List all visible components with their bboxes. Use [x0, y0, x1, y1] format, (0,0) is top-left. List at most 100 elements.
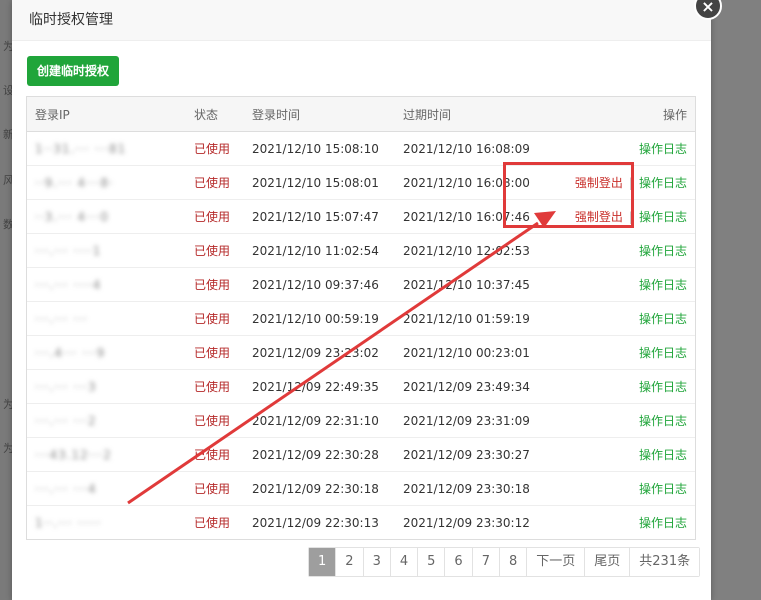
cell-ip: ··9.··· 4···8·: [27, 165, 186, 200]
cell-login-time: 2021/12/10 09:37:46: [244, 267, 395, 302]
cell-login-time: 2021/12/09 22:30:13: [244, 505, 395, 539]
create-temp-auth-button[interactable]: 创建临时授权: [27, 56, 120, 86]
cell-status: 已使用: [186, 369, 244, 404]
cell-ip: ···.··· ····1: [27, 233, 186, 268]
ip-value: 1··31.··· ···81: [35, 141, 127, 156]
total-count: 共231条: [630, 548, 700, 576]
cell-status: 已使用: [186, 403, 244, 438]
cell-status: 已使用: [186, 437, 244, 472]
cell-ops: 操作日志: [558, 437, 695, 472]
cell-status: 已使用: [186, 471, 244, 506]
cell-ops: 操作日志: [558, 369, 695, 404]
cell-ops: 操作日志: [558, 267, 695, 302]
cell-login-time: 2021/12/09 23:23:02: [244, 335, 395, 370]
cell-ip: ···43.12···2: [27, 437, 186, 472]
operation-log-link[interactable]: 操作日志: [639, 210, 687, 224]
page-5-button[interactable]: 5: [418, 548, 446, 576]
operation-log-link[interactable]: 操作日志: [639, 516, 687, 530]
page-7-button[interactable]: 7: [472, 548, 500, 576]
table-row: ···.··· ···4 已使用 2021/12/09 22:30:18 2021/1…: [27, 471, 695, 506]
operation-log-link[interactable]: 操作日志: [639, 482, 687, 496]
cell-status: 已使用: [186, 131, 244, 166]
table-header-row: 登录IP 状态 登录时间 过期时间 操作: [27, 97, 695, 132]
ip-value: ···.··· ···3: [35, 379, 97, 394]
next-page-button[interactable]: 下一页: [527, 548, 586, 576]
table-row: ···43.12···2 已使用 2021/12/09 22:30:28 2021/1…: [27, 437, 695, 472]
cell-ip: ···.4··· ···9: [27, 335, 186, 370]
cell-login-time: 2021/12/10 15:08:01: [244, 165, 395, 200]
ip-value: ··3.··· 4···0: [35, 209, 110, 224]
operation-log-link[interactable]: 操作日志: [639, 142, 687, 156]
cell-expire-time: 2021/12/10 00:23:01: [395, 335, 558, 370]
cell-status: 已使用: [186, 199, 244, 234]
cell-expire-time: 2021/12/09 23:30:12: [395, 505, 558, 539]
table-row: 1··31.··· ···81 已使用 2021/12/10 15:08:10 202…: [27, 131, 695, 166]
header-expire-time: 过期时间: [395, 97, 558, 132]
table-row: 1··.··· ····· 已使用 2021/12/09 22:30:13 2021/…: [27, 505, 695, 539]
cell-expire-time: 2021/12/10 12:02:53: [395, 233, 558, 268]
cell-login-time: 2021/12/09 22:49:35: [244, 369, 395, 404]
table-row: ···.··· ····1 已使用 2021/12/10 11:02:54 2021/…: [27, 233, 695, 268]
operation-log-link[interactable]: 操作日志: [639, 244, 687, 258]
ip-value: ···.··· ····4: [35, 277, 102, 292]
cell-login-time: 2021/12/09 22:30:18: [244, 471, 395, 506]
cell-expire-time: 2021/12/10 16:08:09: [395, 131, 558, 166]
operation-log-link[interactable]: 操作日志: [639, 346, 687, 360]
operation-log-link[interactable]: 操作日志: [639, 414, 687, 428]
cell-expire-time: 2021/12/09 23:30:18: [395, 471, 558, 506]
cell-login-time: 2021/12/10 15:07:47: [244, 199, 395, 234]
cell-status: 已使用: [186, 233, 244, 268]
cell-ip: 1··.··· ·····: [27, 505, 186, 539]
page-8-button[interactable]: 8: [499, 548, 528, 576]
cell-status: 已使用: [186, 505, 244, 539]
cell-login-time: 2021/12/09 22:30:28: [244, 437, 395, 472]
cell-expire-time: 2021/12/09 23:31:09: [395, 403, 558, 438]
cell-ops: 操作日志: [558, 471, 695, 506]
header-ip: 登录IP: [27, 97, 186, 132]
operation-log-link[interactable]: 操作日志: [639, 176, 687, 190]
cell-login-time: 2021/12/10 11:02:54: [244, 233, 395, 268]
header-login-time: 登录时间: [244, 97, 395, 132]
ip-value: ···.··· ····1: [35, 243, 102, 258]
last-page-button[interactable]: 尾页: [585, 548, 631, 576]
cell-expire-time: 2021/12/10 01:59:19: [395, 301, 558, 336]
cell-ip: ··3.··· 4···0: [27, 199, 186, 234]
table-row: ···.··· ····4 已使用 2021/12/10 09:37:46 2021/…: [27, 267, 695, 302]
cell-ops: 操作日志: [558, 131, 695, 166]
cell-status: 已使用: [186, 267, 244, 302]
header-status: 状态: [186, 97, 244, 132]
cell-expire-time: 2021/12/09 23:30:27: [395, 437, 558, 472]
cell-ops: 操作日志: [558, 403, 695, 438]
cell-login-time: 2021/12/10 00:59:19: [244, 301, 395, 336]
page-6-button[interactable]: 6: [445, 548, 473, 576]
cell-expire-time: 2021/12/10 10:37:45: [395, 267, 558, 302]
cell-status: 已使用: [186, 301, 244, 336]
operation-log-link[interactable]: 操作日志: [639, 278, 687, 292]
pagination: 1 2 3 4 5 6 7 8 下一页 尾页 共231条: [308, 547, 701, 577]
cell-ip: ···.··· ···4: [27, 471, 186, 506]
ip-value: ···.··· ···2: [35, 413, 97, 428]
annotation-highlight-box: [503, 162, 634, 228]
table-row: ···.··· ···2 已使用 2021/12/09 22:31:10 2021/1…: [27, 403, 695, 438]
cell-ip: ···.··· ···2: [27, 403, 186, 438]
operation-log-link[interactable]: 操作日志: [639, 448, 687, 462]
temp-auth-dialog: 临时授权管理 创建临时授权 登录IP 状态 登录时间 过期时间 操作 1··31…: [12, 0, 711, 600]
operation-log-link[interactable]: 操作日志: [639, 312, 687, 326]
cell-status: 已使用: [186, 335, 244, 370]
cell-ip: ···.··· ···3: [27, 369, 186, 404]
table-row: ···.4··· ···9 已使用 2021/12/09 23:23:02 2021/…: [27, 335, 695, 370]
operation-log-link[interactable]: 操作日志: [639, 380, 687, 394]
page-4-button[interactable]: 4: [390, 548, 419, 576]
cell-ip: 1··31.··· ···81: [27, 131, 186, 166]
page-2-button[interactable]: 2: [336, 548, 364, 576]
cell-ip: ···.··· ····4: [27, 267, 186, 302]
ip-value: ···43.12···2: [35, 447, 112, 462]
page-1-button[interactable]: 1: [309, 548, 337, 576]
cell-expire-time: 2021/12/09 23:49:34: [395, 369, 558, 404]
header-ops: 操作: [558, 97, 695, 132]
table-row: ···.··· ··· 已使用 2021/12/10 00:59:19 2021/12…: [27, 301, 695, 336]
cell-status: 已使用: [186, 165, 244, 200]
ip-value: ···.4··· ···9: [35, 345, 106, 360]
page-3-button[interactable]: 3: [363, 548, 391, 576]
ip-value: ··9.··· 4···8·: [35, 175, 114, 190]
